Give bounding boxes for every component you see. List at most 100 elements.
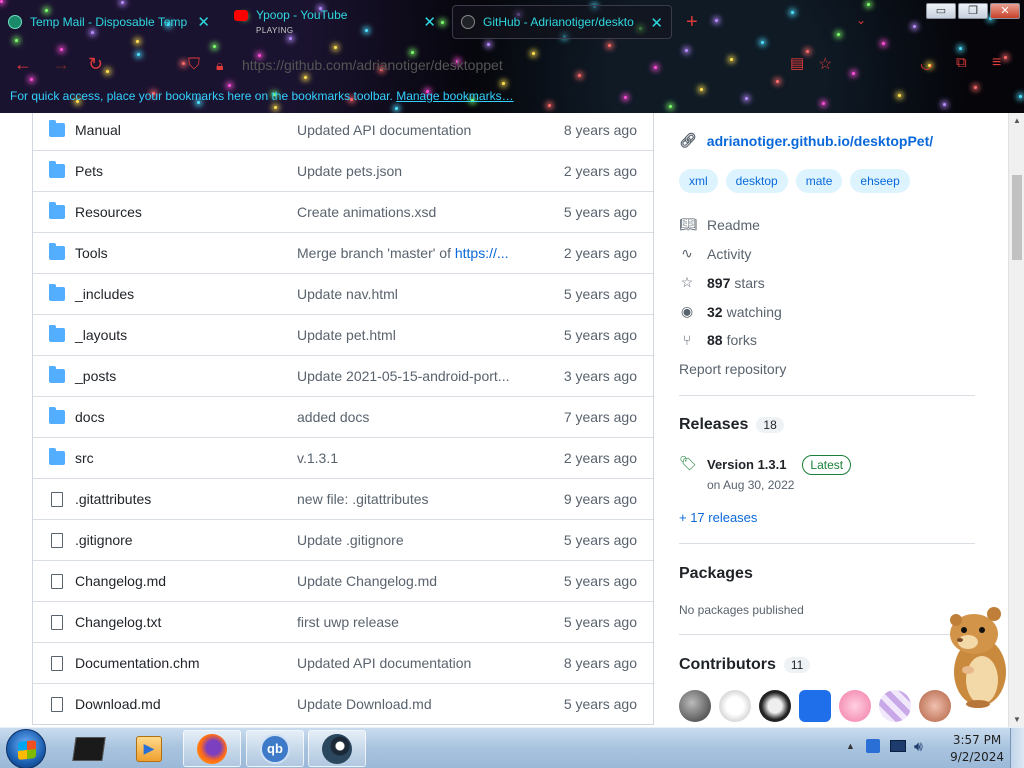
commit-message[interactable]: Update pets.json (297, 163, 402, 179)
file-row[interactable]: src v.1.3.1 2 years ago (33, 437, 653, 478)
scrollbar-thumb[interactable] (1012, 175, 1022, 260)
commit-message[interactable]: v.1.3.1 (297, 450, 338, 466)
manage-bookmarks-link[interactable]: Manage bookmarks… (396, 89, 513, 103)
latest-release[interactable]: 🏷︎ Version 1.3.1 Latest on Aug 30, 2022 (679, 455, 852, 492)
file-row[interactable]: Resources Create animations.xsd 5 years ag… (33, 191, 653, 232)
close-window-button[interactable]: ✕ (990, 3, 1020, 19)
commit-link[interactable]: https://... (455, 245, 509, 261)
taskbar-app-steam[interactable] (308, 730, 366, 767)
maximize-button[interactable]: ❐ (958, 3, 988, 19)
file-row[interactable]: docs added docs 7 years ago (33, 396, 653, 437)
file-row[interactable]: _layouts Update pet.html 5 years ago (33, 314, 653, 355)
avatar[interactable] (839, 690, 871, 722)
reload-icon[interactable]: ↻ (88, 54, 103, 75)
file-row[interactable]: Documentation.chm Updated API documentati… (33, 642, 653, 683)
new-tab-icon[interactable]: + (686, 11, 698, 34)
file-name[interactable]: Download.md (75, 696, 161, 712)
close-tab-icon[interactable]: ✕ (650, 14, 663, 32)
avatar[interactable] (759, 690, 791, 722)
file-row[interactable]: Changelog.txt first uwp release 5 years ag… (33, 601, 653, 642)
commit-message[interactable]: first uwp release (297, 614, 399, 630)
topic-tag[interactable]: ehseep (850, 169, 910, 193)
close-tab-icon[interactable]: ✕ (197, 13, 210, 31)
commit-message[interactable]: Update nav.html (297, 286, 398, 302)
contributors-heading[interactable]: Contributors 11 (679, 656, 811, 674)
commit-message[interactable]: new file: .gitattributes (297, 491, 429, 507)
clock[interactable]: 3:57 PM 9/2/2024 (950, 732, 1004, 766)
stars-link[interactable]: ☆ 897 stars (679, 274, 765, 291)
file-name[interactable]: Pets (75, 163, 103, 179)
extensions-icon[interactable]: ⧉ (956, 54, 967, 71)
tab-youtube[interactable]: Ypoop - YouTube PLAYING ✕ (234, 5, 444, 39)
homepage-link[interactable]: 🔗︎ adrianotiger.github.io/desktopPet/ (679, 132, 933, 149)
close-tab-icon[interactable]: ✕ (423, 13, 436, 31)
file-row[interactable]: Pets Update pets.json 2 years ago (33, 150, 653, 191)
file-row[interactable]: Manual Updated API documentation 8 years a… (33, 113, 653, 150)
file-name[interactable]: _posts (75, 368, 116, 384)
file-name[interactable]: Manual (75, 122, 121, 138)
start-button[interactable] (6, 729, 46, 768)
watching-link[interactable]: ◉ 32 watching (679, 303, 782, 320)
forward-arrow-icon[interactable]: → (52, 54, 70, 75)
menu-icon[interactable]: ≡ (992, 54, 1001, 72)
commit-message[interactable]: Update 2021-05-15-android-port... (297, 368, 509, 384)
file-name[interactable]: Changelog.txt (75, 614, 161, 630)
file-row[interactable]: Download.md Update Download.md 5 years ago (33, 683, 653, 724)
bookmark-star-icon[interactable]: ☆ (818, 54, 832, 74)
releases-heading[interactable]: Releases 18 (679, 416, 784, 434)
volume-icon[interactable]: 🔊︎ (914, 738, 923, 755)
scroll-up-icon[interactable]: ▲ (1013, 116, 1021, 125)
minimize-button[interactable]: ▭ (926, 3, 956, 19)
report-repository-link[interactable]: Report repository (679, 361, 786, 377)
taskbar-app-media[interactable]: ▶ (120, 730, 178, 767)
release-name[interactable]: Version 1.3.1 (707, 457, 787, 472)
taskbar-app-terminal[interactable] (60, 730, 118, 767)
url-bar[interactable]: ⛉ 🔒︎ https://github.com/adrianotiger/des… (180, 50, 780, 80)
avatar[interactable] (799, 690, 831, 722)
network-icon[interactable] (866, 739, 880, 753)
file-name[interactable]: Tools (75, 245, 108, 261)
file-row[interactable]: _includes Update nav.html 5 years ago (33, 273, 653, 314)
readme-link[interactable]: 📖︎ Readme (679, 216, 760, 233)
taskbar-app-firefox[interactable] (183, 730, 241, 767)
topic-tag[interactable]: mate (795, 169, 843, 193)
commit-message[interactable]: Merge branch 'master' of https://... (297, 245, 509, 261)
topic-tag[interactable]: xml (679, 169, 718, 193)
packages-heading[interactable]: Packages (679, 565, 753, 583)
file-name[interactable]: .gitattributes (75, 491, 151, 507)
commit-message[interactable]: Update Download.md (297, 696, 432, 712)
file-name[interactable]: Changelog.md (75, 573, 166, 589)
lock-icon[interactable]: 🔒︎ (216, 57, 223, 74)
forks-link[interactable]: ⑂ 88 forks (679, 332, 757, 348)
more-releases-link[interactable]: + 17 releases (679, 510, 757, 525)
show-desktop-button[interactable] (1010, 728, 1024, 768)
commit-message[interactable]: Updated API documentation (297, 122, 471, 138)
commit-message[interactable]: Create animations.xsd (297, 204, 436, 220)
avatar[interactable] (719, 690, 751, 722)
commit-message[interactable]: Update .gitignore (297, 532, 404, 548)
activity-link[interactable]: ∿ Activity (679, 245, 751, 262)
url-text[interactable]: https://github.com/adrianotiger/desktopp… (242, 57, 503, 73)
commit-message[interactable]: Update Changelog.md (297, 573, 437, 589)
file-row[interactable]: .gitattributes new file: .gitattributes 9 … (33, 478, 653, 519)
file-name[interactable]: _includes (75, 286, 134, 302)
file-name[interactable]: .gitignore (75, 532, 133, 548)
tab-github[interactable]: GitHub - Adrianotiger/deskto ✕ (452, 5, 672, 39)
back-arrow-icon[interactable]: ← (14, 54, 32, 75)
file-name[interactable]: _layouts (75, 327, 127, 343)
file-name[interactable]: Resources (75, 204, 142, 220)
topic-tag[interactable]: desktop (725, 169, 788, 193)
file-name[interactable]: docs (75, 409, 105, 425)
avatar[interactable] (679, 690, 711, 722)
file-name[interactable]: Documentation.chm (75, 655, 200, 671)
reader-view-icon[interactable]: ▤ (790, 54, 804, 72)
commit-message[interactable]: Update pet.html (297, 327, 396, 343)
file-row[interactable]: .gitignore Update .gitignore 5 years ago (33, 519, 653, 560)
display-icon[interactable] (890, 740, 906, 752)
commit-message[interactable]: Updated API documentation (297, 655, 471, 671)
file-name[interactable]: src (75, 450, 94, 466)
show-hidden-icons-icon[interactable]: ▲ (846, 741, 855, 751)
file-row[interactable]: _posts Update 2021-05-15-android-port... 3… (33, 355, 653, 396)
desktop-pet-hamster-icon[interactable] (938, 600, 1018, 710)
taskbar-app-qbittorrent[interactable]: qb (246, 730, 304, 767)
